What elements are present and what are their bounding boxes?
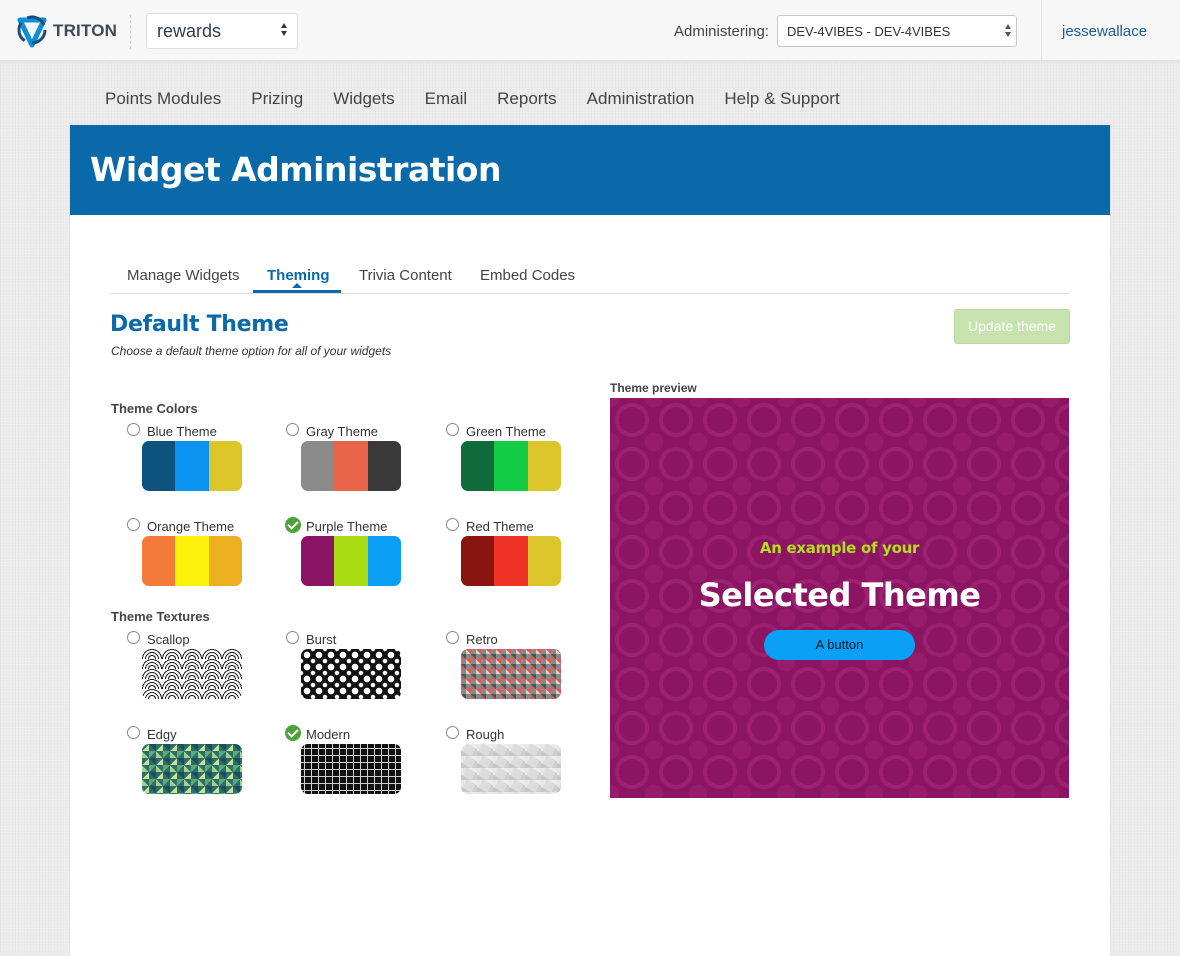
active-tab-indicator-notch [292,283,302,288]
texture-swatch[interactable] [142,744,242,794]
theme-preview-label: Theme preview [610,381,697,395]
nav-help-support[interactable]: Help & Support [724,89,839,109]
radio-button[interactable] [446,726,459,739]
section-title: Default Theme [110,312,289,337]
nav-email[interactable]: Email [425,89,468,109]
tab-embed-codes[interactable]: Embed Codes [480,267,575,284]
theme-option-red[interactable]: Red Theme [446,518,586,598]
texture-option-label: Rough [466,727,505,742]
administering-select[interactable]: DEV-4VIBES - DEV-4VIBES [777,15,1017,47]
theme-option-gray[interactable]: Gray Theme [286,423,426,503]
radio-button[interactable] [286,631,299,644]
color-swatch[interactable] [142,441,242,491]
texture-swatch[interactable] [461,744,561,794]
texture-option-scallop[interactable]: Scallop [127,631,267,711]
theme-option-label: Green Theme [466,424,546,439]
checkmark-icon[interactable] [285,517,301,533]
page-title: Widget Administration [90,150,501,189]
theme-option-green[interactable]: Green Theme [446,423,586,503]
texture-option-edgy[interactable]: Edgy [127,726,267,806]
preview-subtitle: An example of your [759,539,920,557]
nav-administration[interactable]: Administration [587,89,695,109]
select-arrows-icon [281,23,287,36]
radio-button[interactable] [446,518,459,531]
theme-option-label: Red Theme [466,519,534,534]
main-nav: Points Modules Prizing Widgets Email Rep… [105,89,870,109]
color-swatch[interactable] [142,536,242,586]
theme-option-label: Gray Theme [306,424,379,439]
administering-label: Administering: [674,23,770,40]
tab-theming[interactable]: Theming [267,267,330,284]
update-theme-button[interactable]: Update theme [954,309,1070,344]
theme-colors-label: Theme Colors [111,401,198,416]
texture-option-label: Modern [306,727,351,742]
radio-button[interactable] [446,631,459,644]
theme-option-blue[interactable]: Blue Theme [127,423,267,503]
radio-button[interactable] [127,423,140,436]
theme-option-purple[interactable]: Purple Theme [285,517,426,598]
color-swatch[interactable] [461,536,561,586]
texture-option-rough[interactable]: Rough [446,726,586,806]
texture-swatch[interactable] [301,744,401,794]
texture-swatch[interactable] [142,649,242,699]
theme-option-label: Orange Theme [147,519,235,534]
texture-option-burst[interactable]: Burst [286,631,426,711]
radio-button[interactable] [127,631,140,644]
texture-option-label: Scallop [147,632,190,647]
administering-select-value: DEV-4VIBES - DEV-4VIBES [787,24,951,39]
texture-option-modern[interactable]: Modern [285,725,426,806]
tab-manage-widgets[interactable]: Manage Widgets [127,267,240,284]
tab-bar: Manage Widgets Theming Trivia Content Em… [110,264,1070,294]
divider [130,15,131,49]
nav-reports[interactable]: Reports [497,89,557,109]
radio-button[interactable] [127,518,140,531]
radio-button[interactable] [127,726,140,739]
checkmark-icon[interactable] [285,725,301,741]
page-banner: Widget Administration [70,125,1110,215]
preview-title: Selected Theme [698,576,981,614]
radio-button[interactable] [286,423,299,436]
texture-swatch[interactable] [461,649,561,699]
theme-option-label: Purple Theme [306,519,388,534]
tab-trivia-content[interactable]: Trivia Content [359,267,452,284]
logo-text: TRITON [53,21,118,40]
texture-option-label: Retro [466,632,498,647]
app-select[interactable]: rewards [146,13,298,49]
triton-logo-icon [17,15,47,48]
select-arrows-icon [1005,24,1011,37]
theme-option-label: Blue Theme [147,424,217,439]
triton-logo[interactable]: TRITON [15,14,117,48]
user-menu-link[interactable]: jessewallace [1062,23,1147,40]
texture-option-label: Burst [306,632,337,647]
active-tab-underline [253,290,341,293]
texture-swatch[interactable] [301,649,401,699]
color-swatch[interactable] [301,441,401,491]
color-swatch[interactable] [461,441,561,491]
theme-preview-panel: An example of your Selected Theme A butt… [610,398,1069,798]
nav-widgets[interactable]: Widgets [333,89,394,109]
radio-button[interactable] [446,423,459,436]
app-select-value: rewards [157,21,222,41]
texture-option-label: Edgy [147,727,177,742]
nav-points-modules[interactable]: Points Modules [105,89,221,109]
nav-prizing[interactable]: Prizing [251,89,303,109]
main-card: Widget Administration Manage Widgets The… [70,125,1110,956]
divider [1041,0,1042,61]
color-swatch[interactable] [301,536,401,586]
section-subtitle: Choose a default theme option for all of… [111,344,392,358]
theme-textures-label: Theme Textures [111,609,210,624]
top-bar: TRITON rewards Administering: DEV-4VIBES… [0,0,1180,61]
preview-sample-button[interactable]: A button [764,630,915,660]
texture-option-retro[interactable]: Retro [446,631,586,711]
theme-option-orange[interactable]: Orange Theme [127,518,267,598]
